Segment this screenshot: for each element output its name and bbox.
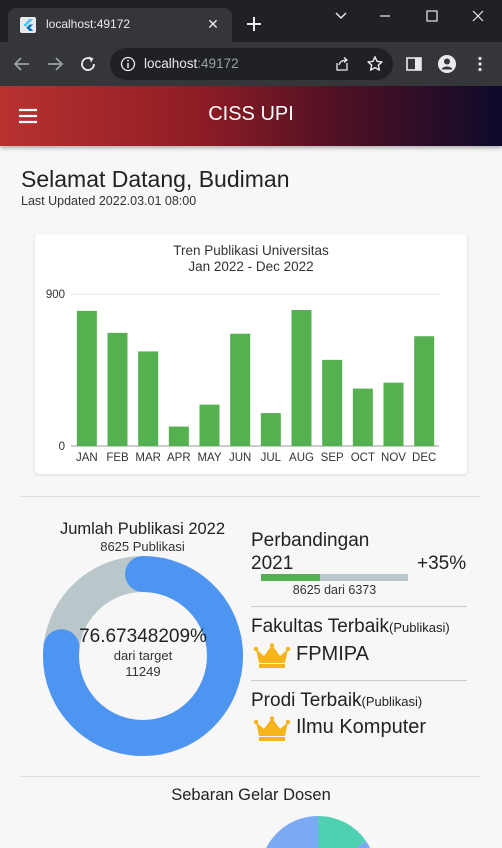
best-prodi-unit: (Publikasi) bbox=[361, 694, 423, 709]
bar-apr bbox=[168, 426, 189, 446]
app-bar: CISS UPI bbox=[0, 86, 502, 146]
app-viewport: CISS UPI Selamat Datang, Budiman Last Up… bbox=[0, 86, 502, 848]
section-divider bbox=[21, 776, 481, 777]
stats-divider bbox=[251, 606, 467, 607]
bar-dec bbox=[414, 336, 435, 446]
window-close-icon[interactable] bbox=[463, 6, 493, 26]
tab-title: localhost:49172 bbox=[46, 17, 131, 31]
comparison-progress-fill bbox=[261, 574, 320, 581]
bar-jan bbox=[76, 310, 97, 446]
bookmark-star-icon[interactable] bbox=[366, 55, 384, 73]
share-icon[interactable] bbox=[334, 56, 350, 72]
bar-sep bbox=[322, 359, 343, 446]
x-tick-label: NOV bbox=[381, 452, 406, 464]
x-tick-label: DEC bbox=[412, 452, 436, 464]
crown-icon bbox=[253, 643, 291, 668]
tab-search-chevron-icon[interactable] bbox=[326, 6, 356, 26]
best-prodi-heading: Prodi Terbaik(Publikasi) bbox=[251, 690, 422, 712]
comparison-detail: 8625 dari 6373 bbox=[292, 583, 377, 597]
lecturer-degree-title: Sebaran Gelar Dosen bbox=[171, 786, 331, 804]
chart-title: Tren Publikasi Universitas bbox=[173, 243, 329, 258]
close-tab-icon[interactable]: ✕ bbox=[204, 16, 222, 34]
x-tick-label: OCT bbox=[351, 452, 375, 464]
pie-slice bbox=[266, 816, 318, 848]
side-panel-icon[interactable] bbox=[404, 54, 424, 74]
browser-menu-icon[interactable] bbox=[470, 54, 490, 74]
x-tick-label: MAY bbox=[197, 452, 221, 464]
bar-oct bbox=[352, 388, 373, 446]
publication-count-subtitle: 8625 Publikasi bbox=[100, 539, 185, 554]
x-tick-label: SEP bbox=[321, 452, 344, 464]
best-faculty-label: Fakultas Terbaik bbox=[251, 616, 389, 637]
url-text: localhost:49172 bbox=[144, 56, 239, 71]
last-updated: Last Updated 2022.03.01 08:00 bbox=[21, 194, 197, 208]
minimize-icon[interactable] bbox=[370, 6, 400, 26]
target-value: 11249 bbox=[125, 664, 161, 679]
app-title: CISS UPI bbox=[208, 103, 294, 125]
x-tick-label: FEB bbox=[106, 452, 129, 464]
best-faculty-heading: Fakultas Terbaik(Publikasi) bbox=[251, 616, 450, 638]
best-faculty-unit: (Publikasi) bbox=[389, 620, 450, 635]
bar-aug bbox=[291, 310, 312, 446]
bar-feb bbox=[107, 332, 128, 446]
reload-icon[interactable] bbox=[78, 54, 98, 74]
best-prodi-name: Ilmu Komputer bbox=[296, 716, 427, 738]
target-label: dari target bbox=[113, 648, 173, 663]
bar-chart-svg: Tren Publikasi UniversitasJan 2022 - Dec… bbox=[46, 243, 439, 464]
y-tick-label: 0 bbox=[59, 441, 65, 453]
y-tick-label: 900 bbox=[46, 289, 65, 301]
x-tick-label: MAR bbox=[135, 452, 161, 464]
url-host: localhost bbox=[144, 56, 198, 71]
address-bar[interactable]: localhost:49172 bbox=[110, 48, 393, 80]
x-tick-label: JUN bbox=[229, 452, 251, 464]
x-tick-label: APR bbox=[167, 452, 191, 464]
comparison-progress-bar bbox=[261, 574, 408, 581]
donut-center-label: 76.67348209% dari target 11249 bbox=[43, 626, 243, 680]
bar-mar bbox=[138, 351, 159, 446]
publication-count-title: Jumlah Publikasi 2022 bbox=[59, 520, 226, 538]
comparison-delta: +35% bbox=[417, 553, 467, 574]
browser-tab[interactable]: localhost:49172 ✕ bbox=[8, 8, 232, 42]
bar-may bbox=[199, 404, 220, 446]
x-tick-label: JUL bbox=[261, 452, 282, 464]
target-percentage: 76.67348209% bbox=[79, 626, 207, 647]
flutter-favicon-icon bbox=[20, 17, 36, 33]
stats-divider bbox=[251, 680, 467, 681]
profile-avatar-icon[interactable] bbox=[437, 54, 457, 74]
best-faculty-name: FPMIPA bbox=[296, 643, 369, 665]
back-arrow-icon[interactable] bbox=[12, 54, 32, 74]
bar-nov bbox=[383, 382, 404, 446]
chart-subtitle: Jan 2022 - Dec 2022 bbox=[188, 259, 313, 274]
crown-icon bbox=[253, 716, 291, 741]
section-divider bbox=[21, 496, 481, 497]
browser-tabstrip: localhost:49172 ✕ bbox=[0, 0, 502, 42]
lecturer-degree-pie bbox=[265, 814, 371, 848]
welcome-title: Selamat Datang, Budiman bbox=[21, 166, 290, 192]
forward-arrow-icon[interactable] bbox=[45, 54, 65, 74]
url-port: :49172 bbox=[197, 56, 239, 71]
bar-jul bbox=[260, 413, 281, 446]
x-tick-label: AUG bbox=[289, 452, 314, 464]
comparison-title: Perbandingan 2021 bbox=[251, 530, 370, 574]
new-tab-icon[interactable] bbox=[244, 14, 264, 34]
site-info-icon[interactable] bbox=[120, 56, 136, 72]
best-prodi-label: Prodi Terbaik bbox=[251, 690, 362, 711]
browser-toolbar: localhost:49172 bbox=[0, 42, 502, 86]
publication-trend-chart: Tren Publikasi Universitas Jan 2022 - Dec… bbox=[35, 234, 467, 474]
pie-slice bbox=[318, 815, 366, 848]
maximize-icon[interactable] bbox=[417, 6, 447, 26]
x-tick-label: JAN bbox=[76, 452, 98, 464]
bar-jun bbox=[230, 333, 251, 446]
